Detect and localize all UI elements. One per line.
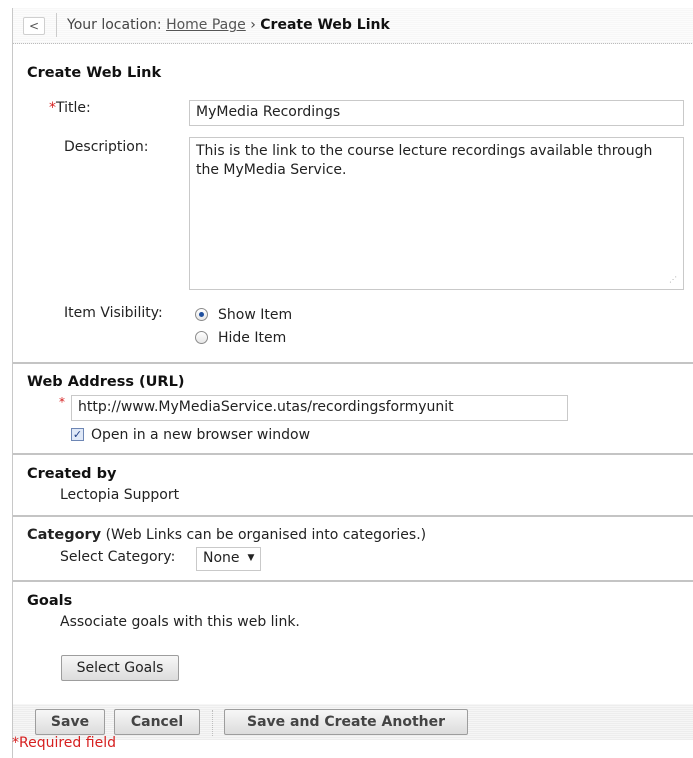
description-field[interactable]: This is the link to the course lecture r… — [189, 137, 684, 290]
title-label-text: Title: — [56, 100, 91, 116]
url-required-marker: * — [59, 395, 65, 409]
breadcrumb-separator: › — [250, 17, 256, 33]
new-window-checkbox[interactable]: ✓ — [71, 428, 84, 441]
category-header: Category (Web Links can be organised int… — [27, 527, 426, 543]
title-field-value: MyMedia Recordings — [196, 104, 341, 120]
goals-heading: Goals — [27, 593, 73, 609]
category-select[interactable]: None ▼ — [196, 547, 262, 571]
hide-item-radio[interactable] — [195, 331, 208, 344]
url-field-value: http://www.MyMediaService.utas/recording… — [78, 399, 454, 415]
cancel-button[interactable]: Cancel — [114, 709, 200, 735]
hide-item-label: Hide Item — [218, 330, 287, 346]
select-category-label: Select Category: — [60, 549, 176, 565]
title-label: *Title: — [49, 100, 91, 116]
resize-grip-icon[interactable]: ⋰ — [669, 276, 677, 284]
page-title: Create Web Link — [27, 65, 162, 81]
web-address-heading: Web Address (URL) — [27, 374, 185, 390]
new-window-label: Open in a new browser window — [91, 427, 311, 443]
visibility-label: Item Visibility: — [64, 305, 163, 321]
category-heading: Category — [27, 527, 102, 543]
description-label: Description: — [64, 139, 149, 155]
required-field-note: *Required field — [12, 735, 116, 751]
section-divider — [13, 580, 693, 582]
create-web-link-panel: < Your location: Home Page › Create Web … — [12, 8, 693, 758]
save-button[interactable]: Save — [35, 709, 105, 735]
section-divider — [13, 515, 693, 517]
select-goals-button[interactable]: Select Goals — [61, 655, 179, 681]
breadcrumb-current: Create Web Link — [260, 17, 390, 33]
chevron-down-icon: ▼ — [247, 553, 255, 563]
breadcrumb: Your location: Home Page › Create Web Li… — [67, 17, 390, 33]
save-and-create-another-button[interactable]: Save and Create Another — [224, 709, 468, 735]
created-by-value: Lectopia Support — [60, 487, 180, 503]
section-divider — [13, 362, 693, 364]
back-button[interactable]: < — [23, 17, 45, 35]
description-field-value: This is the link to the course lecture r… — [196, 143, 653, 178]
title-field[interactable]: MyMedia Recordings — [189, 100, 684, 126]
created-by-heading: Created by — [27, 466, 117, 482]
breadcrumb-prefix: Your location: — [67, 17, 162, 33]
chevron-left-icon: < — [28, 19, 40, 33]
url-field[interactable]: http://www.MyMediaService.utas/recording… — [71, 395, 568, 421]
category-select-value: None — [203, 550, 240, 566]
action-separator — [212, 710, 213, 736]
category-note: (Web Links can be organised into categor… — [105, 527, 427, 543]
goals-description: Associate goals with this web link. — [60, 614, 300, 630]
section-divider — [13, 453, 693, 455]
required-marker: * — [49, 100, 56, 116]
location-bar: < Your location: Home Page › Create Web … — [13, 8, 693, 44]
show-item-radio[interactable] — [195, 308, 208, 321]
location-divider — [56, 13, 57, 37]
show-item-label: Show Item — [218, 307, 293, 323]
breadcrumb-home-link[interactable]: Home Page — [166, 17, 246, 33]
